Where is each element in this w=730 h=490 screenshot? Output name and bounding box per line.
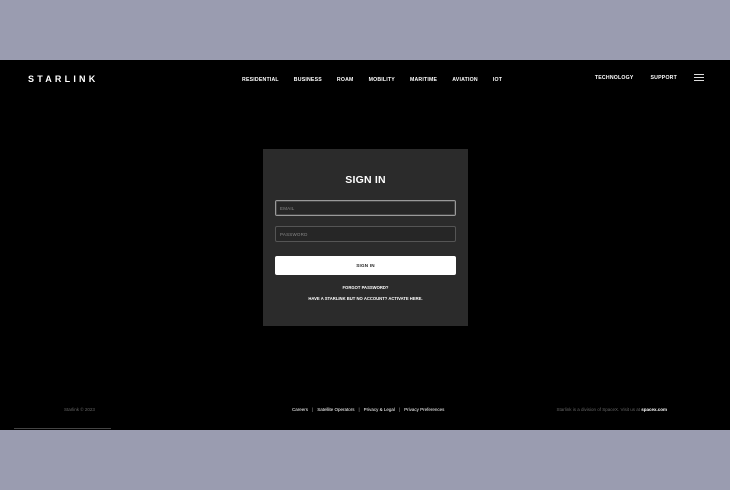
footer-link-satellite-operators[interactable]: Satellite Operators (317, 407, 354, 412)
footer-link-careers[interactable]: Careers (292, 407, 308, 412)
starlink-logo[interactable]: STARLINK (28, 74, 98, 84)
hamburger-menu-icon[interactable] (694, 74, 704, 81)
nav-item-aviation[interactable]: AVIATION (452, 77, 478, 83)
forgot-password-link[interactable]: FORGOT PASSWORD? (263, 285, 468, 290)
starlink-window: STARLINK RESIDENTIAL BUSINESS ROAM MOBIL… (0, 60, 730, 430)
nav-item-business[interactable]: BUSINESS (294, 77, 322, 83)
nav-item-support[interactable]: SUPPORT (651, 75, 677, 81)
nav-item-residential[interactable]: RESIDENTIAL (242, 77, 279, 83)
copyright-text: Starlink © 2023 (64, 407, 95, 412)
nav-item-technology[interactable]: TECHNOLOGY (595, 75, 634, 81)
footer-link-privacy-preferences[interactable]: Privacy Preferences (404, 407, 444, 412)
email-input[interactable] (275, 200, 456, 216)
footer-links: Careers | Satellite Operators | Privacy … (292, 407, 444, 412)
spacex-link[interactable]: spacex.com (641, 407, 667, 412)
footer-separator: | (312, 407, 314, 412)
division-text: Starlink is a division of SpaceX. Visit … (556, 407, 640, 412)
nav-item-mobility[interactable]: MOBILITY (369, 77, 395, 83)
secondary-nav: TECHNOLOGY SUPPORT (595, 74, 704, 81)
password-input[interactable] (275, 226, 456, 242)
division-note: Starlink is a division of SpaceX. Visit … (557, 407, 668, 412)
top-navigation: STARLINK RESIDENTIAL BUSINESS ROAM MOBIL… (0, 60, 730, 100)
footer-separator: | (358, 407, 360, 412)
nav-item-roam[interactable]: ROAM (337, 77, 354, 83)
footer-link-privacy-legal[interactable]: Privacy & Legal (364, 407, 395, 412)
footer-separator: | (398, 407, 401, 412)
footer: Starlink © 2023 Careers | Satellite Oper… (0, 407, 730, 417)
signin-card: SIGN IN SIGN IN FORGOT PASSWORD? HAVE A … (263, 149, 468, 326)
signin-title: SIGN IN (345, 174, 386, 186)
horizontal-scrollbar[interactable] (14, 428, 111, 429)
main-nav: RESIDENTIAL BUSINESS ROAM MOBILITY MARIT… (242, 77, 517, 83)
signin-button[interactable]: SIGN IN (275, 256, 456, 275)
nav-item-iot[interactable]: IOT (493, 77, 502, 83)
nav-item-maritime[interactable]: MARITIME (410, 77, 437, 83)
activate-account-link[interactable]: HAVE A STARLINK BUT NO ACCOUNT? ACTIVATE… (263, 296, 468, 301)
